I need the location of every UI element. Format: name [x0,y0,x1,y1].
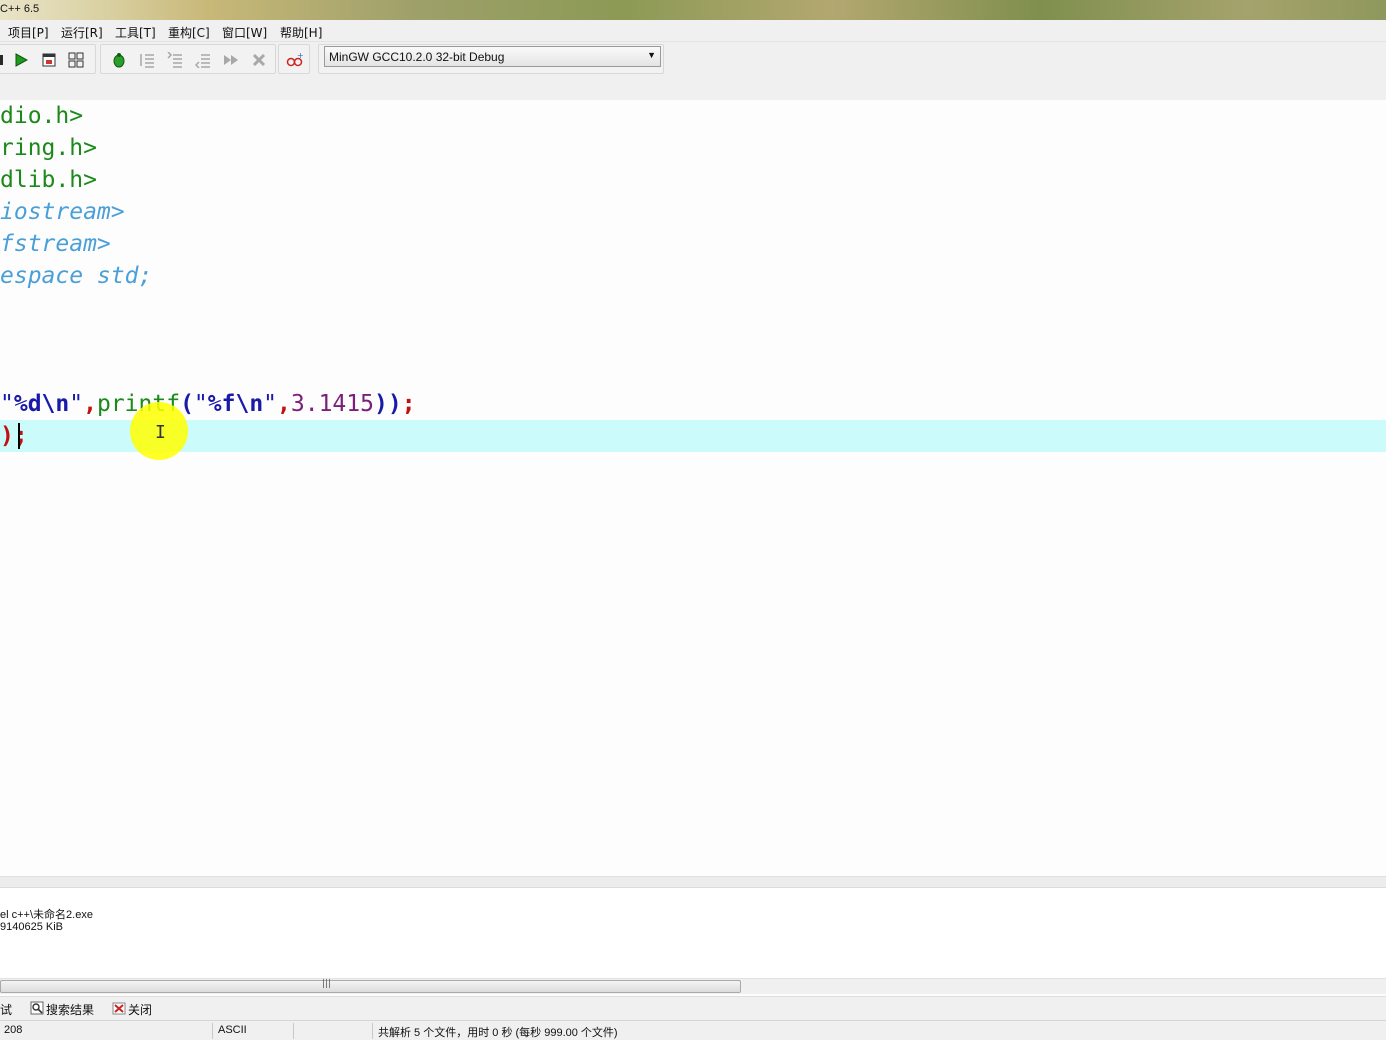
debug-toolbar-group [100,44,276,74]
status-encoding: ASCII [218,1024,247,1036]
code-line: ring.h> [0,132,97,164]
code-line: "%d\n",printf("%f\n",3.1415)); [0,388,416,420]
rebuild-all-icon[interactable] [66,50,86,70]
code-token: iostream> [0,199,125,225]
code-token: , [83,391,97,417]
title-bar: C++ 6.5 [0,0,1386,20]
horizontal-scrollbar[interactable]: ||| [0,978,1386,994]
run-toolbar-group [0,44,96,74]
code-token: , [277,391,291,417]
profile-toolbar-group: + [278,44,310,74]
run-icon[interactable] [11,50,31,70]
code-token: ; [13,423,28,449]
window-title: C++ 6.5 [0,3,40,15]
menu-help[interactable]: 帮助[H] [280,24,322,41]
status-message: 共解析 5 个文件，用时 0 秒 (每秒 999.00 个文件) [378,1027,618,1039]
compile-icon[interactable] [0,50,5,70]
stop-icon[interactable] [249,50,269,70]
status-bar: 208 ASCII 共解析 5 个文件，用时 0 秒 (每秒 999.00 个文… [0,1020,1386,1040]
continue-icon[interactable] [221,50,241,70]
compile-log-panel: el c++\未命名2.exe 9140625 KiB [0,888,1386,978]
debug-icon[interactable] [109,50,129,70]
code-line: dio.h> [0,100,83,132]
search-icon [30,1001,44,1018]
compile-log-line-1: el c++\未命名2.exe [0,909,93,921]
menu-bar: 项目[P] 运行[R] 工具[T] 重构[C] 窗口[W] 帮助[H] [0,20,1386,42]
text-caret [18,423,20,449]
svg-text:+: + [297,52,304,60]
close-icon [112,1001,126,1018]
code-token: dio.h> [0,103,84,129]
step-out-icon[interactable] [193,50,213,70]
chevron-down-icon: ▼ [647,50,656,60]
compiler-select-value: MinGW GCC10.2.0 32-bit Debug [329,50,505,64]
code-token: fstream> [0,231,111,257]
code-token: " [0,391,14,417]
panel-splitter[interactable] [0,876,1386,888]
status-divider [372,1023,373,1039]
menu-run[interactable]: 运行[R] [61,24,103,41]
code-token: " [263,391,278,417]
code-editor[interactable]: dio.h> ring.h> dlib.h> iostream> fstream> esp… [0,100,1386,876]
tab-close-label: 关闭 [128,1003,153,1017]
tab-search-results[interactable]: 搜索结果 [30,1001,94,1018]
profile-icon[interactable]: + [285,50,305,70]
tab-close[interactable]: 关闭 [112,1001,152,1018]
current-line-highlight [0,420,1386,452]
toolbar: + [0,42,1386,100]
scrollbar-grip-icon: ||| [322,979,332,989]
tab-debug[interactable]: 试 [0,1001,12,1018]
menu-window[interactable]: 窗口[W] [222,24,267,41]
code-line: fstream> [0,228,111,260]
step-over-icon[interactable] [165,50,185,70]
ibeam-cursor-icon: I [155,422,166,443]
compile-run-icon[interactable] [39,50,59,70]
code-token: ; [401,391,416,417]
code-token: %f\n [207,391,264,417]
code-line: dlib.h> [0,164,97,196]
status-line-count: 208 [4,1024,23,1036]
code-token: 3.1415 [290,391,374,417]
code-line: ); [0,420,28,452]
code-line: espace std; [0,260,152,292]
code-line: iostream> [0,196,125,228]
code-token: ) [0,423,14,449]
menu-project[interactable]: 项目[P] [8,24,49,41]
status-divider [212,1023,213,1039]
code-token: )) [373,391,402,417]
status-divider [293,1023,294,1039]
code-token: ring.h> [0,135,97,161]
menu-refactor[interactable]: 重构[C] [168,24,210,41]
code-token: %d\n [13,391,70,417]
step-into-icon[interactable] [137,50,157,70]
bottom-tabs: 试 搜索结果 关闭 [0,996,1386,1020]
code-token: " [193,391,208,417]
compile-log-line-2: 9140625 KiB [0,921,63,933]
tab-debug-label: 试 [0,1003,13,1017]
code-token: espace std; [0,263,153,289]
compiler-select[interactable]: MinGW GCC10.2.0 32-bit Debug ▼ [324,46,661,67]
scrollbar-thumb[interactable] [0,980,741,993]
tab-search-results-label: 搜索结果 [46,1003,95,1017]
code-token: " [69,391,84,417]
code-token: dlib.h> [0,167,97,193]
menu-tools[interactable]: 工具[T] [115,24,156,41]
